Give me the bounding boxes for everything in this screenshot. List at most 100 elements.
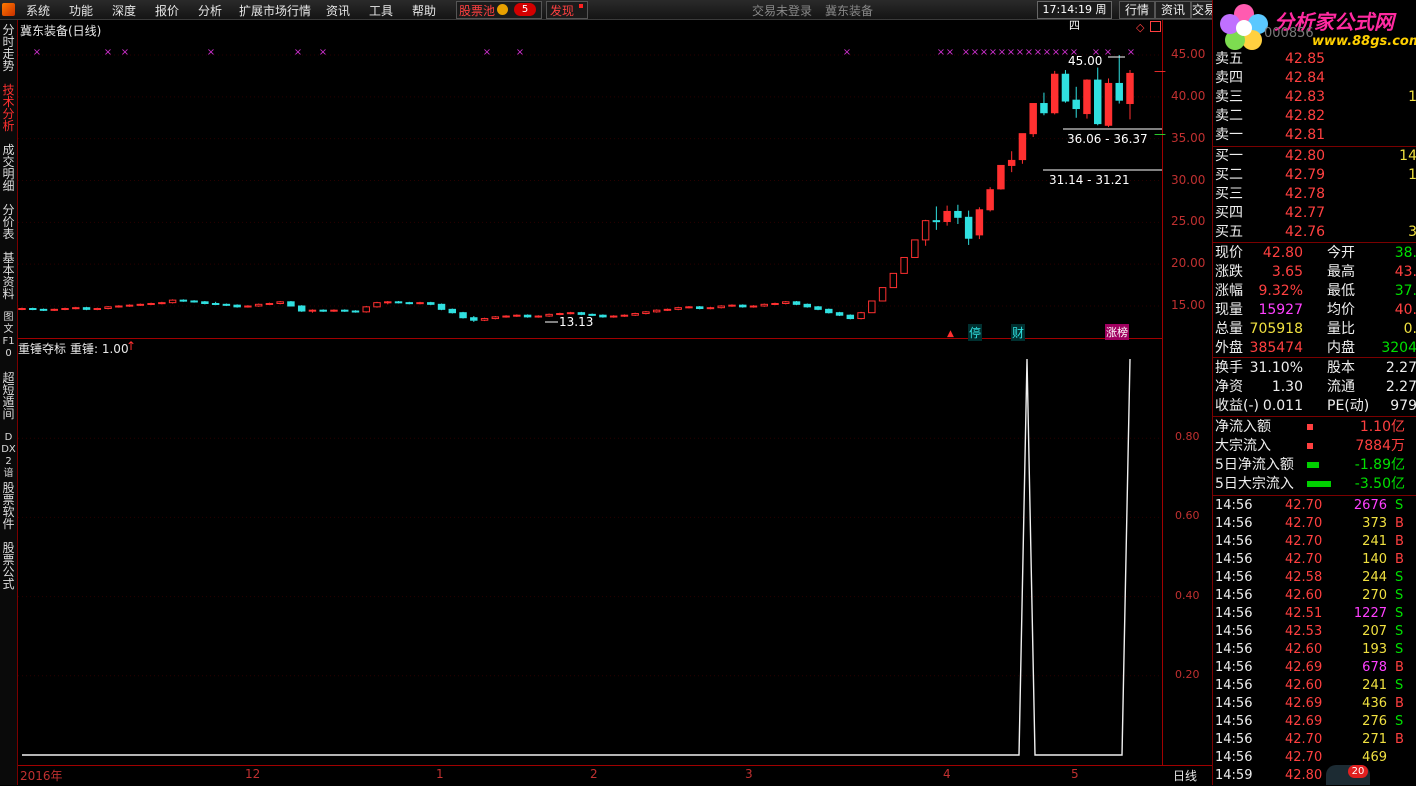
date-label-apr: 4 [943,767,951,781]
menu-ext-market[interactable]: 扩展市场行情 [239,2,311,19]
menu-tools[interactable]: 工具 [369,2,393,19]
indicator-chart[interactable]: 重锤夺标 重锤: 1.00 ↑ [18,339,1162,764]
tick-row[interactable]: 14:56 42.53 207 S [1213,623,1416,641]
tick-row[interactable]: 14:56 42.70 241 B [1213,533,1416,551]
sell-price: 42.82 [1285,108,1326,124]
menu-quote[interactable]: 报价 [155,2,179,19]
stat-label: 量比 [1327,321,1355,337]
clock: 17:14:19 周四 [1037,1,1112,32]
menu-help[interactable]: 帮助 [412,2,436,19]
candle-body [136,303,145,306]
candle-body [846,314,855,320]
tab-ultra-short[interactable]: 超短遁间 [1,372,16,420]
tick-row[interactable]: 14:56 42.69 276 S [1213,713,1416,731]
orderbook-sell-row[interactable]: 卖二 42.82 [1213,107,1416,126]
news-button[interactable]: 资讯 [1155,1,1191,19]
login-status: 交易未登录 [752,4,813,18]
flow-value: -1.89亿 [1354,457,1405,473]
stat-value: 9.32% [1258,283,1303,299]
orderbook-buy-row[interactable]: 买三 42.78 [1213,185,1416,204]
sell-level-label: 卖二 [1215,108,1243,124]
tick-row[interactable]: 14:56 42.69 678 B [1213,659,1416,677]
tick-time: 14:56 [1215,624,1253,639]
tick-row[interactable]: 14:56 42.70 271 B [1213,731,1416,749]
tick-row[interactable]: 14:59 42.80 [1213,767,1416,785]
orderbook-buy-row[interactable]: 买二 42.79 1 [1213,166,1416,185]
tick-row[interactable]: 14:56 42.70 469 [1213,749,1416,767]
tick-row[interactable]: 14:56 42.70 373 B [1213,515,1416,533]
event-tag-gainers[interactable]: 涨榜 [1105,324,1129,340]
buy-level-label: 买五 [1215,224,1243,240]
stat-value: 705918 [1249,321,1303,337]
tick-price: 42.69 [1285,696,1323,711]
app-logo-icon[interactable] [2,3,15,16]
orderbook-sell-row[interactable]: 卖一 42.81 [1213,126,1416,145]
candle-body [1083,79,1091,115]
candle-body [943,210,951,222]
tick-volume: 140 [1362,552,1387,567]
tab-ddx[interactable]: DDX2谙 [1,432,16,480]
tab-trades[interactable]: 成交明细 [1,144,16,192]
tick-row[interactable]: 14:56 42.60 270 S [1213,587,1416,605]
discover-button[interactable]: 发现 [546,1,588,19]
orderbook-sell-row[interactable]: 卖三 42.83 1 [1213,88,1416,107]
tab-stock-formula[interactable]: 股票公式 [1,542,16,590]
orderbook-buy-row[interactable]: 买一 42.80 14 [1213,147,1416,166]
tick-row[interactable]: 14:56 42.70 140 B [1213,551,1416,569]
candle-body [491,316,500,320]
tick-row[interactable]: 14:56 42.58 244 S [1213,569,1416,587]
sell-level-label: 卖一 [1215,127,1243,143]
menu-function[interactable]: 功能 [69,2,93,19]
orderbook-buy-row[interactable]: 买五 42.76 3 [1213,223,1416,242]
stock-pool-button[interactable]: 股票池 5 [456,1,542,19]
tick-price: 42.51 [1285,606,1323,621]
quotes-button[interactable]: 行情 [1119,1,1155,19]
stat-label: 流通 [1327,379,1355,395]
tab-stock-software[interactable]: 股票软件 [1,482,16,530]
tab-price-table[interactable]: 分价表 [1,204,16,240]
tab-intraday[interactable]: 分时走势 [1,24,16,72]
candle-body [685,306,693,309]
menu-system[interactable]: 系统 [26,2,50,19]
date-label-feb: 2 [590,767,598,781]
tick-volume: 276 [1362,714,1387,729]
orderbook-buy-row[interactable]: 买四 42.77 [1213,204,1416,223]
menu-depth[interactable]: 深度 [112,2,136,19]
flow-value: -3.50亿 [1354,476,1405,492]
brand-url: www.88gs.com [1312,34,1416,49]
stats-divider [1213,416,1416,417]
orderbook-sell-row[interactable]: 卖四 42.84 [1213,69,1416,88]
signal-marker: × [121,47,129,58]
stat-label: 现价 [1215,245,1243,261]
range2-label: 31.14 - 31.21 [1049,173,1130,187]
flow-label: 5日大宗流入 [1215,476,1294,492]
candle-body [190,300,198,303]
buy-level-label: 买四 [1215,205,1243,221]
signal-marker: × [1034,47,1042,58]
candle-body [1018,133,1027,161]
tick-row[interactable]: 14:56 42.60 193 S [1213,641,1416,659]
notification-widget[interactable]: 20 [1326,765,1370,785]
tab-fundamentals[interactable]: 基本资料 [1,252,16,300]
tick-row[interactable]: 14:56 42.69 436 B [1213,695,1416,713]
tick-row[interactable]: 14:56 42.51 1227 S [1213,605,1416,623]
candle-body [566,312,575,315]
sell-level-label: 卖四 [1215,70,1243,86]
signal-marker: × [1052,47,1060,58]
candle-body [1029,103,1037,135]
tick-row[interactable]: 14:56 42.60 241 S [1213,677,1416,695]
menu-news[interactable]: 资讯 [326,2,350,19]
candle-body [674,307,682,310]
tab-f10[interactable]: 图文F10 [1,312,16,360]
menu-analysis[interactable]: 分析 [198,2,222,19]
notification-count: 20 [1348,765,1368,778]
candle-body [373,302,381,308]
tab-technical[interactable]: 技术分析 [1,84,16,132]
stat-row: 现价 42.80 今开 38. [1213,244,1416,263]
price-chart[interactable]: 冀东装备(日线) ◇ × × × × × × × × × × × × × × × × × × × × × × × × × × × ▲ … [18,20,1162,341]
tick-row[interactable]: 14:56 42.70 2676 S [1213,497,1416,515]
stat-value: 43. [1394,264,1416,280]
candle-body [739,304,747,308]
period-selector[interactable]: 日线 [1173,767,1197,784]
stat-row: 总量 705918 量比 0. [1213,320,1416,339]
